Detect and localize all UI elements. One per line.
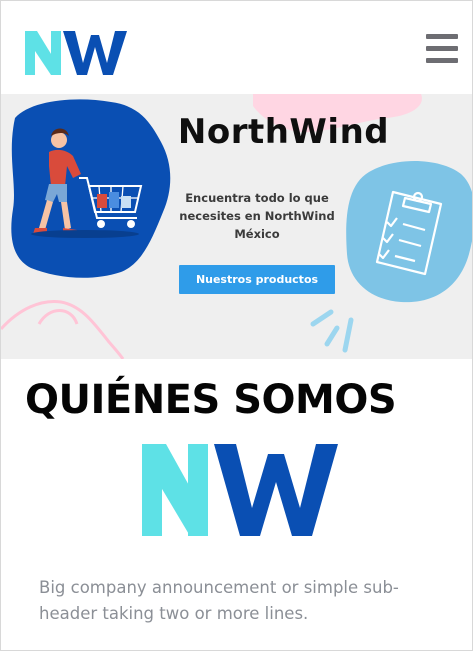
- northwind-large-logo: [142, 444, 338, 536]
- products-button[interactable]: Nuestros productos: [179, 265, 335, 294]
- hero-title: NorthWind: [177, 112, 390, 152]
- northwind-logo[interactable]: NW: [23, 27, 131, 79]
- hamburger-menu-icon[interactable]: [426, 34, 458, 64]
- navbar: NW: [1, 1, 472, 94]
- page-frame: NW: [0, 0, 473, 651]
- about-title: QUIÉNES SOMOS: [25, 377, 397, 423]
- about-subheader: Big company announcement or simple sub-h…: [39, 578, 399, 623]
- hero-banner: NorthWind Encuentra todo lo que necesite…: [1, 94, 472, 359]
- about-section: QUIÉNES SOMOS Big company announcement o…: [1, 359, 472, 650]
- hero-tagline: Encuentra todo lo que necesites en North…: [179, 191, 335, 241]
